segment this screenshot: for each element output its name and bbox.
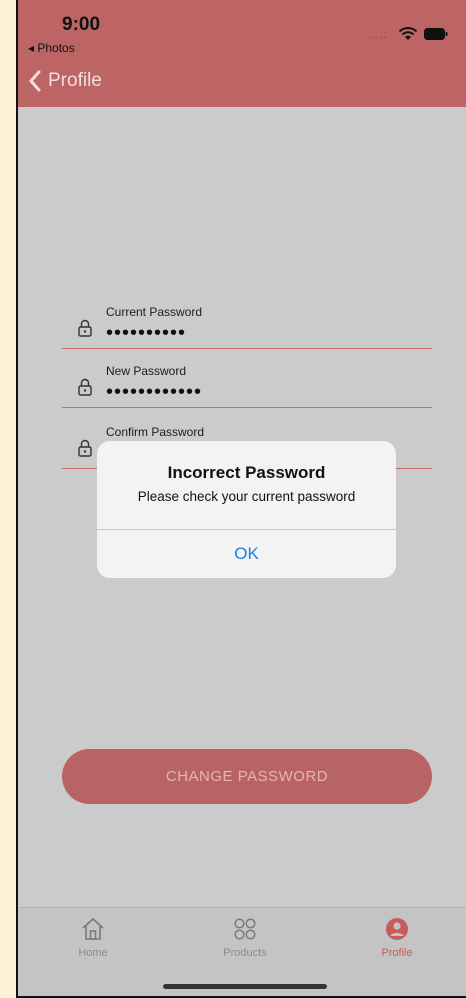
tab-bar: Home Products Profile bbox=[18, 907, 466, 996]
new-password-input[interactable]: •••••••••••• bbox=[106, 382, 202, 402]
change-password-button[interactable]: CHANGE PASSWORD bbox=[62, 749, 432, 804]
battery-icon bbox=[424, 28, 448, 40]
alert-title: Incorrect Password bbox=[167, 463, 326, 482]
lock-icon bbox=[78, 378, 92, 396]
current-password-input[interactable]: •••••••••• bbox=[106, 323, 186, 343]
home-indicator[interactable] bbox=[163, 984, 327, 989]
chevron-left-icon bbox=[29, 70, 41, 92]
wifi-icon bbox=[398, 27, 418, 40]
tab-profile-label: Profile bbox=[381, 947, 413, 959]
alert-message: Please check your current password bbox=[137, 489, 356, 504]
alert-ok-button[interactable]: OK bbox=[97, 530, 396, 578]
lock-icon bbox=[78, 439, 92, 457]
back-to-app-link[interactable]: ◂ Photos bbox=[28, 41, 75, 55]
lock-icon bbox=[78, 319, 92, 337]
confirm-password-label: Confirm Password bbox=[106, 425, 205, 439]
new-password-field[interactable]: New Password •••••••••••• bbox=[62, 350, 432, 408]
current-password-label: Current Password bbox=[106, 305, 203, 319]
status-bar: 9:00 ◂ Photos ..... bbox=[18, 0, 466, 62]
products-grid-icon bbox=[234, 918, 256, 940]
incorrect-password-alert: Incorrect Password Please check your cur… bbox=[97, 441, 396, 578]
divider bbox=[62, 348, 432, 349]
tab-products[interactable]: Products bbox=[195, 916, 295, 959]
tab-home[interactable]: Home bbox=[43, 916, 143, 959]
divider bbox=[62, 407, 432, 408]
tab-home-label: Home bbox=[78, 947, 108, 959]
tab-profile[interactable]: Profile bbox=[347, 916, 447, 959]
signal-icon: ..... bbox=[368, 30, 387, 41]
screen: 9:00 ◂ Photos ..... Profile Current Pass… bbox=[16, 0, 466, 998]
device-frame bbox=[0, 0, 16, 998]
status-time: 9:00 bbox=[62, 14, 101, 35]
tab-products-label: Products bbox=[223, 947, 267, 959]
current-password-field[interactable]: Current Password •••••••••• bbox=[62, 291, 432, 349]
back-button[interactable]: Profile bbox=[28, 70, 102, 92]
new-password-label: New Password bbox=[106, 364, 187, 378]
device: 9:00 ◂ Photos ..... Profile Current Pass… bbox=[0, 0, 466, 998]
home-icon bbox=[82, 918, 104, 940]
navigation-bar: Profile bbox=[18, 62, 466, 107]
profile-icon bbox=[386, 918, 408, 940]
back-button-label: Profile bbox=[48, 70, 102, 91]
